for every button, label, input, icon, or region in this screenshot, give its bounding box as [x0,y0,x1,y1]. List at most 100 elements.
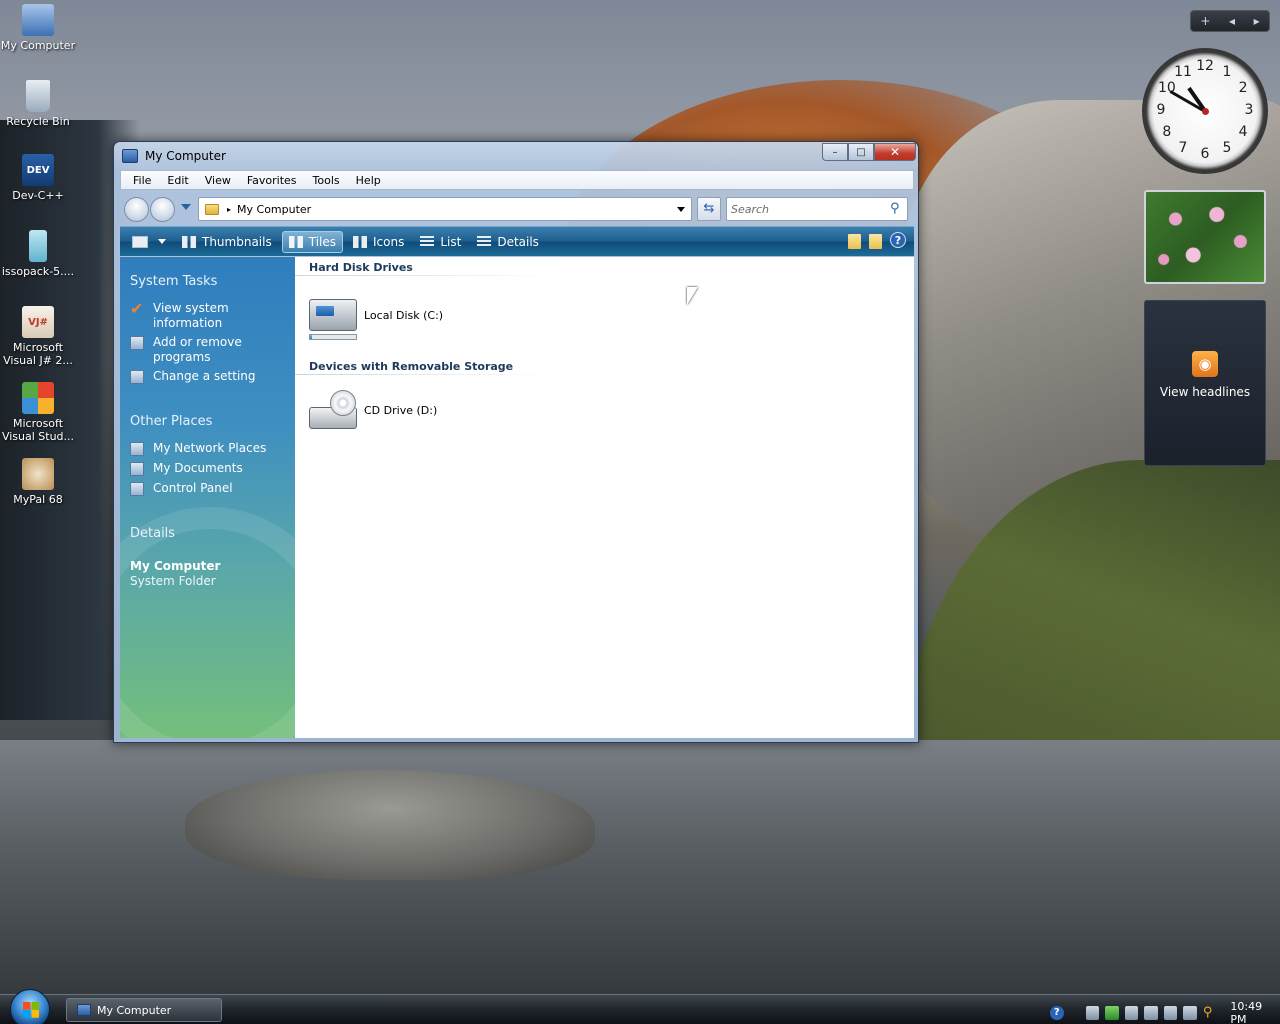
view-details-button[interactable]: Details [471,231,545,253]
previous-gadget-page-button[interactable]: ◂ [1229,14,1235,28]
language-tray-icon[interactable] [1183,1006,1197,1020]
menu-help[interactable]: Help [348,174,389,187]
other-places-heading[interactable]: Other Places [130,414,212,429]
search-input[interactable] [731,201,881,217]
desktop-icon-recycle-bin[interactable]: Recycle Bin [0,80,76,128]
desktop-icon-mypal[interactable]: MyPal 68 [0,458,76,506]
computer-icon [77,1004,91,1016]
place-my-documents[interactable]: My Documents [130,461,243,476]
window-controls: – □ ✕ [822,143,916,161]
view-thumbnails-label: Thumbnails [202,234,272,249]
menu-tools[interactable]: Tools [305,174,348,187]
taskbar-button-my-computer[interactable]: My Computer [66,998,222,1022]
view-tiles-label: Tiles [308,234,336,249]
command-bar-right: ? [840,232,906,249]
list-view-icon [420,235,435,248]
desktop-icon-label: Microsoft Visual J# 2... [3,341,73,367]
clock-numeral: 7 [1178,140,1188,157]
volume-tray-icon[interactable] [1124,1006,1139,1020]
clock-center-pin [1202,108,1209,115]
view-tiles-button[interactable]: Tiles [281,230,343,253]
mypal-icon [22,458,54,490]
task-add-remove-programs[interactable]: Add or remove programs [130,335,242,365]
task-view-system-information[interactable]: ✔ View system information [130,301,229,331]
desktop-icon-visual-jsharp[interactable]: VJ# Microsoft Visual J# 2... [0,306,76,367]
desktop-icon-issopack[interactable]: issopack-5.... [0,230,76,278]
clock-numeral: 2 [1238,80,1248,96]
group-header-removable-storage[interactable]: Devices with Removable Storage [309,360,513,373]
search-icon[interactable]: ⚲ [1203,1006,1217,1020]
desktop-icon-devcpp[interactable]: DEV Dev-C++ [0,154,76,202]
title-bar[interactable]: My Computer – □ ✕ [114,142,920,170]
view-list-button[interactable]: List [414,231,467,253]
menu-file[interactable]: File [125,174,159,187]
view-list-label: List [440,234,462,249]
breadcrumb-my-computer[interactable]: My Computer [237,203,311,216]
devcpp-icon: DEV [22,154,54,186]
visual-studio-icon [22,382,54,414]
place-my-network-places[interactable]: My Network Places [130,441,266,456]
cd-drive-icon [309,390,357,429]
explorer-window: My Computer – □ ✕ File Edit View Favorit… [113,141,919,743]
menu-favorites[interactable]: Favorites [239,174,305,187]
disk-usage-bar [309,334,357,340]
group-header-hard-disk-drives[interactable]: Hard Disk Drives [309,261,413,274]
view-thumbnails-button[interactable]: Thumbnails [176,231,278,253]
close-button[interactable]: ✕ [874,143,916,161]
breadcrumb-separator-icon[interactable]: ▸ [227,205,231,214]
desktop-icon-visual-studio[interactable]: Microsoft Visual Stud... [0,382,76,443]
place-control-panel[interactable]: Control Panel [130,481,233,496]
wallpaper-lake [0,740,1280,1000]
drive-tile-cd-drive-d[interactable]: CD Drive (D:) [309,390,437,429]
search-icon[interactable]: ⚲ [890,201,902,217]
details-heading[interactable]: Details [130,526,175,541]
help-icon[interactable]: ? [890,232,906,248]
search-box[interactable]: ⚲ [726,197,908,221]
add-gadget-button[interactable]: + [1200,14,1210,28]
desktop-icon-label: MyPal 68 [13,493,63,506]
menu-edit[interactable]: Edit [159,174,196,187]
feed-headlines-gadget[interactable]: ◉ View headlines [1144,300,1266,466]
group-divider [295,275,555,276]
control-panel-icon [130,482,144,496]
task-change-setting[interactable]: Change a setting [130,369,256,384]
maximize-button[interactable]: □ [848,143,874,161]
minimize-button[interactable]: – [822,143,848,161]
desktop-icon-label: Microsoft Visual Stud... [1,417,75,443]
help-icon[interactable]: ? [1050,1006,1064,1020]
device-tray-icon[interactable] [1144,1006,1158,1020]
content-pane[interactable]: Hard Disk Drives Local Disk (C:) Devices… [295,257,914,738]
place-label: My Network Places [153,441,267,455]
menu-view[interactable]: View [197,174,239,187]
clock-numeral: 12 [1196,58,1214,74]
forward-button[interactable] [150,197,175,222]
display-tray-icon[interactable] [1163,1006,1178,1020]
icons-view-icon [353,235,367,248]
back-button[interactable] [124,197,149,222]
notification-area: ? ⚲ 10:49 PM [1050,1000,1280,1024]
taskbar-clock[interactable]: 10:49 PM [1230,1000,1280,1024]
address-bar[interactable]: ▸ My Computer [198,197,692,221]
address-dropdown-icon[interactable] [677,207,685,212]
desktop-icon-my-computer[interactable]: My Computer [0,4,76,52]
start-button[interactable] [10,989,50,1024]
clock-numeral: 9 [1156,102,1166,118]
refresh-button[interactable]: ⇆ [697,197,721,221]
recent-pages-dropdown[interactable] [181,204,191,210]
view-icons-button[interactable]: Icons [347,231,410,253]
details-view-icon [477,235,492,248]
disk-usage-fill [310,335,312,339]
desktop-icon-label: Dev-C++ [12,189,64,202]
next-gadget-page-button[interactable]: ▸ [1254,14,1260,28]
views-button[interactable] [126,231,172,253]
security-tray-icon[interactable] [1105,1006,1119,1020]
drive-tile-local-disk-c[interactable]: Local Disk (C:) [309,299,443,331]
slideshow-gadget[interactable] [1144,190,1266,284]
clock-gadget[interactable]: 12 1 2 3 4 5 6 7 8 9 10 11 [1142,48,1268,174]
task-pane-decoration [120,507,295,738]
system-tasks-heading[interactable]: System Tasks [130,274,217,289]
folder-options-icon[interactable] [869,234,882,249]
network-tray-icon[interactable] [1085,1006,1100,1020]
view-headlines-label[interactable]: View headlines [1145,385,1265,399]
new-folder-icon[interactable] [848,234,861,249]
